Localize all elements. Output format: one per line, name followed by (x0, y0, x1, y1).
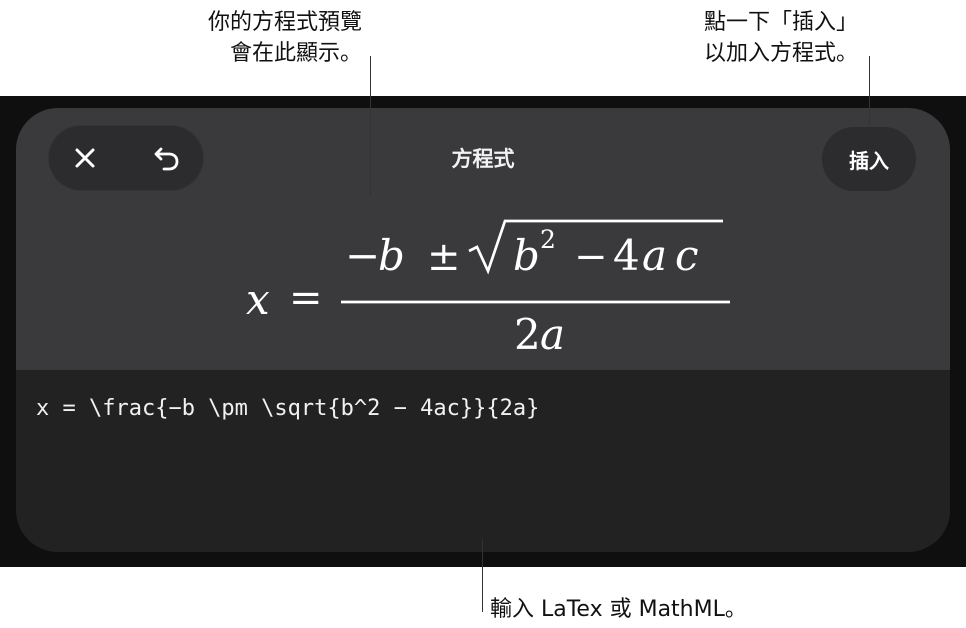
preview-radicand-b: b (513, 231, 540, 280)
insert-callout: 點一下「插入」 以加入方程式。 (704, 7, 858, 69)
equation-help-illustration: 你的方程式預覽 會在此顯示。 點一下「插入」 以加入方程式。 方程式 插入 x … (0, 0, 966, 628)
preview-numerator-minus: − (345, 231, 380, 280)
latex-callout-leader (482, 539, 483, 612)
equation-preview-area: 方程式 插入 x = − b ± b 2 − 4 a c 2 a (16, 108, 950, 370)
insert-callout-line-1: 點一下「插入」 (703, 10, 858, 35)
preview-callout: 你的方程式預覽 會在此顯示。 (208, 7, 362, 69)
preview-plus-minus: ± (427, 234, 461, 280)
preview-callout-leader (370, 56, 371, 196)
editor-title: 方程式 (451, 148, 515, 171)
insert-callout-line-2: 以加入方程式。 (703, 41, 858, 66)
preview-radicand-4: 4 (613, 231, 640, 280)
preview-radicand-a: a (642, 231, 667, 280)
equation-editor-panel: 方程式 插入 x = − b ± b 2 − 4 a c 2 a x = \fr… (16, 108, 950, 552)
equation-preview: x = − b ± b 2 − 4 a c 2 a (246, 219, 730, 359)
insert-button[interactable]: 插入 (822, 127, 916, 191)
preview-denominator-2: 2 (514, 310, 541, 359)
insert-callout-leader (869, 56, 870, 125)
latex-callout: 輸入 LaTex 或 MathML。 (490, 597, 747, 622)
preview-lhs: x (246, 275, 270, 324)
preview-equals: = (289, 275, 323, 321)
preview-radicand-c: c (675, 231, 699, 280)
latex-input[interactable]: x = \frac{−b \pm \sqrt{b^2 − 4ac}}{2a} (36, 396, 926, 421)
preview-numerator-b: b (378, 231, 405, 280)
preview-radicand-minus: − (574, 234, 608, 280)
preview-callout-line-2: 會在此顯示。 (229, 41, 362, 66)
preview-denominator-a: a (540, 310, 565, 359)
preview-callout-line-1: 你的方程式預覽 (207, 10, 362, 35)
preview-exponent: 2 (540, 225, 556, 254)
